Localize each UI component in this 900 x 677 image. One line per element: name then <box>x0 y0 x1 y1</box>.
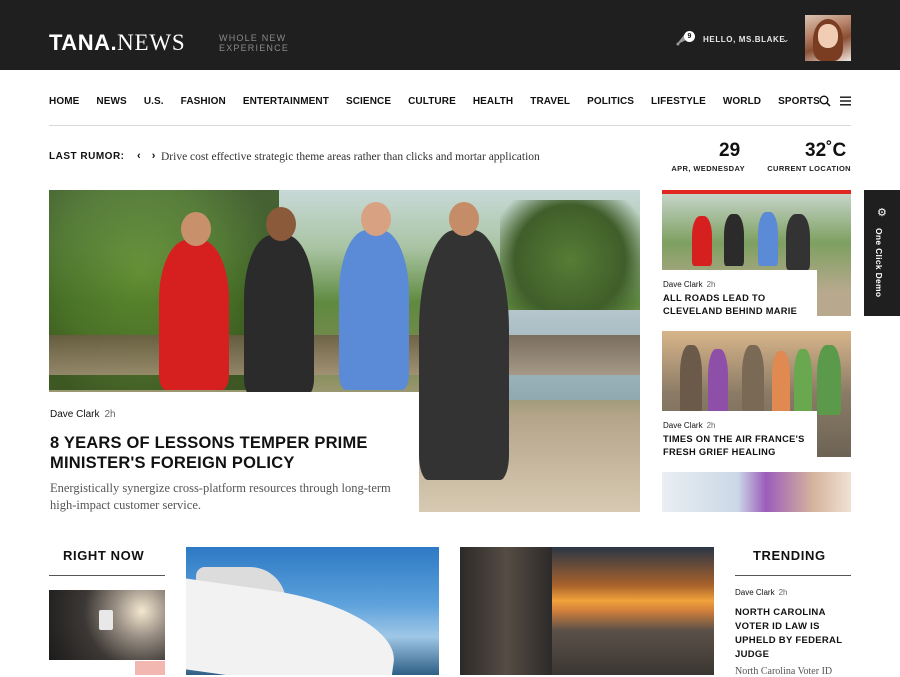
temperature-label: CURRENT LOCATION <box>767 164 851 173</box>
side-story-2-headline[interactable]: TIMES ON THE AIR FRANCE'S FRESH GRIEF HE… <box>663 433 821 459</box>
nav-item-home[interactable]: HOME <box>49 95 79 109</box>
hero-headline[interactable]: 8 YEARS OF LESSONS TEMPER PRIME MINISTER… <box>50 434 400 473</box>
hero-excerpt: Energistically synergize cross-platform … <box>50 481 391 512</box>
hero-meta: Dave Clark 2h <box>50 409 116 420</box>
right-now-image-accent <box>135 661 165 675</box>
nav-divider <box>49 125 851 126</box>
nav-item-sports[interactable]: SPORTS <box>778 95 820 109</box>
menu-icon[interactable] <box>840 96 851 106</box>
nav-item-lifestyle[interactable]: LIFESTYLE <box>651 95 706 109</box>
nav-item-health[interactable]: HEALTH <box>473 95 513 109</box>
trending-heading: TRENDING <box>753 548 826 563</box>
nav-item-news[interactable]: NEWS <box>96 95 126 109</box>
nav-item-entertainment[interactable]: ENTERTAINMENT <box>243 95 329 109</box>
boat-story-image[interactable] <box>186 547 439 675</box>
user-avatar[interactable] <box>805 15 851 61</box>
side-story-1-headline[interactable]: ALL ROADS LEAD TO CLEVELAND BEHIND MARIE <box>663 292 821 318</box>
nav-item-us[interactable]: U.S. <box>144 95 164 109</box>
side-story-2-time: 2h <box>706 421 716 430</box>
main-nav: HOME NEWS U.S. FASHION ENTERTAINMENT SCI… <box>49 95 837 109</box>
hero-time: 2h <box>104 409 116 420</box>
side-story-2-meta: Dave Clark 2h <box>663 421 715 430</box>
trending-meta: Dave Clark 2h <box>735 588 787 597</box>
trending-author[interactable]: Dave Clark <box>735 588 775 597</box>
site-logo[interactable]: TANA.NEWS <box>49 30 185 56</box>
trending-time: 2h <box>778 588 788 597</box>
nav-item-travel[interactable]: TRAVEL <box>530 95 570 109</box>
notification-count-badge: 9 <box>684 31 695 42</box>
rumor-arrows[interactable]: ‹ › <box>137 150 159 162</box>
site-tagline: WHOLE NEW EXPERIENCE <box>219 33 290 53</box>
gear-icon[interactable]: ⚙ <box>877 208 888 219</box>
right-now-image[interactable] <box>49 590 165 660</box>
side-story-1-meta: Dave Clark 2h <box>663 280 715 289</box>
side-story-2-author[interactable]: Dave Clark <box>663 421 703 430</box>
temperature: 32˚C <box>805 140 847 161</box>
city-story-image[interactable] <box>460 547 714 675</box>
last-rumor-label: LAST RUMOR: <box>49 151 125 162</box>
top-bar: TANA.NEWS WHOLE NEW EXPERIENCE 9 HELLO, … <box>0 0 900 70</box>
nav-item-culture[interactable]: CULTURE <box>408 95 456 109</box>
hero-author[interactable]: Dave Clark <box>50 409 99 420</box>
trending-excerpt: North Carolina Voter ID <box>735 666 833 677</box>
trending-headline[interactable]: NORTH CAROLINA VOTER ID LAW IS UPHELD BY… <box>735 606 850 662</box>
rumor-headline[interactable]: Drive cost effective strategic theme are… <box>161 151 577 163</box>
nav-item-world[interactable]: WORLD <box>723 95 761 109</box>
side-story-1-time: 2h <box>706 280 716 289</box>
nav-item-politics[interactable]: POLITICS <box>587 95 634 109</box>
nav-item-science[interactable]: SCIENCE <box>346 95 391 109</box>
chevron-down-icon[interactable]: ⌄ <box>782 34 790 45</box>
one-click-demo-label[interactable]: One Click Demo <box>874 228 884 297</box>
nav-item-fashion[interactable]: FASHION <box>181 95 226 109</box>
search-icon[interactable] <box>819 95 831 107</box>
right-now-heading: RIGHT NOW <box>63 548 145 563</box>
right-now-divider <box>49 575 165 576</box>
date-day: 29 <box>719 140 741 161</box>
user-greeting[interactable]: HELLO, MS.BLAKE <box>703 35 785 44</box>
trending-divider <box>735 575 851 576</box>
side-story-3-image[interactable] <box>662 472 851 512</box>
date-label: APR, WEDNESDAY <box>671 164 745 173</box>
side-story-1-author[interactable]: Dave Clark <box>663 280 703 289</box>
